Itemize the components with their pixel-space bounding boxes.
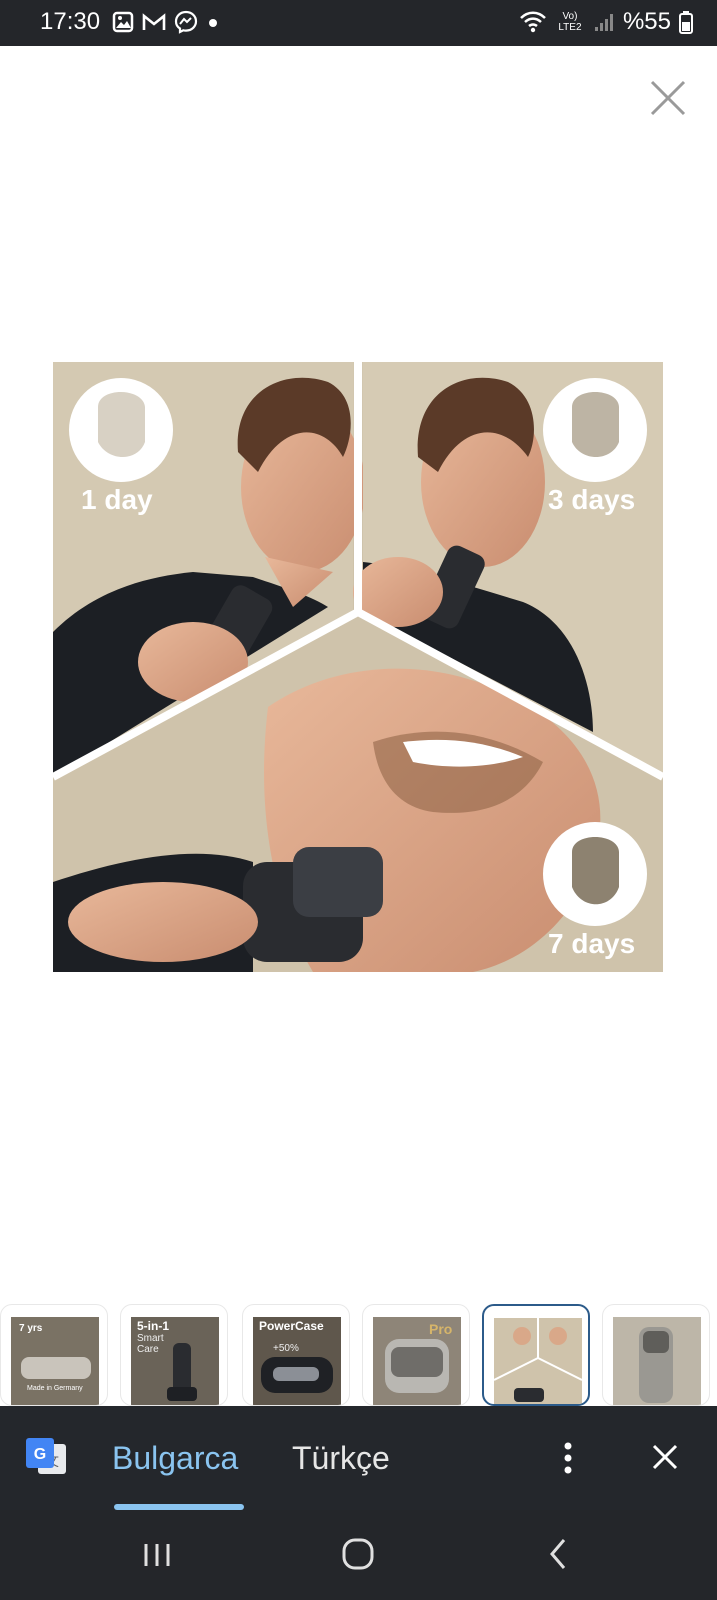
close-icon bbox=[650, 80, 686, 116]
close-translate-button[interactable] bbox=[648, 1440, 682, 1474]
signal-icon bbox=[594, 14, 613, 31]
thumbnail-2[interactable]: 5-in-1 Smart Care bbox=[120, 1304, 228, 1406]
thumbnail-caption: Made in Germany bbox=[27, 1385, 83, 1392]
product-image[interactable]: 1 day 3 days 7 days bbox=[51, 362, 665, 972]
dot-icon bbox=[209, 19, 217, 27]
google-translate-icon: 文 G bbox=[26, 1438, 66, 1474]
thumbnail-title: PowerCase bbox=[259, 1319, 324, 1333]
close-viewer-button[interactable] bbox=[646, 76, 690, 120]
thumbnail-1[interactable]: 7 yrs Made in Germany bbox=[0, 1304, 108, 1406]
label-3-days: 3 days bbox=[548, 484, 636, 515]
beard-icon-3-days bbox=[543, 378, 647, 482]
home-button[interactable] bbox=[340, 1536, 376, 1572]
messenger-icon bbox=[174, 10, 198, 34]
thumbnail-strip[interactable]: 7 yrs Made in Germany 5-in-1 Smart Care … bbox=[0, 1304, 717, 1406]
recents-button[interactable] bbox=[140, 1538, 174, 1572]
wifi-icon bbox=[520, 11, 546, 33]
thumbnail-image bbox=[613, 1317, 701, 1405]
language-tab-turkce[interactable]: Türkçe bbox=[292, 1440, 390, 1477]
recents-icon bbox=[144, 1544, 170, 1566]
thumbnail-subtitle: Smart Care bbox=[137, 1333, 164, 1355]
notification-icons bbox=[112, 10, 220, 34]
battery-icon bbox=[679, 11, 693, 34]
label-7-days: 7 days bbox=[548, 928, 636, 959]
home-icon bbox=[342, 1538, 374, 1570]
beard-growth-collage bbox=[51, 362, 665, 972]
more-vert-icon bbox=[564, 1442, 572, 1474]
thumbnail-image bbox=[494, 1318, 582, 1404]
thumbnail-4[interactable]: Pro bbox=[362, 1304, 470, 1406]
status-bar: 17:30 Vo) LTE2 %55 bbox=[0, 0, 717, 46]
thumbnail-title: Pro bbox=[429, 1321, 453, 1337]
gmail-icon bbox=[142, 13, 166, 30]
thumbnail-title: 5-in-1 bbox=[137, 1319, 170, 1333]
thumbnail-badge: 7 yrs bbox=[19, 1323, 43, 1334]
back-icon bbox=[550, 1539, 566, 1569]
status-time: 17:30 bbox=[40, 8, 101, 35]
beard-icon-7-days bbox=[543, 822, 647, 926]
close-icon bbox=[652, 1444, 678, 1470]
beard-icon-1-day bbox=[69, 378, 173, 482]
thumbnail-3[interactable]: PowerCase +50% bbox=[242, 1304, 350, 1406]
back-button[interactable] bbox=[544, 1536, 574, 1572]
svg-text:G: G bbox=[34, 1446, 46, 1463]
more-options-button[interactable] bbox=[552, 1438, 584, 1478]
navigation-bar bbox=[0, 1510, 717, 1600]
thumbnail-subtitle: +50% bbox=[273, 1343, 299, 1354]
thumbnail-5-selected[interactable] bbox=[482, 1304, 590, 1406]
translate-bar: 文 G Bulgarca Türkçe bbox=[0, 1406, 717, 1510]
thumbnail-6[interactable] bbox=[602, 1304, 710, 1406]
gallery-icon bbox=[112, 11, 134, 33]
system-icons: Vo) LTE2 %55 bbox=[519, 8, 693, 36]
network-label: Vo) LTE2 bbox=[558, 11, 582, 33]
language-tab-bulgarca[interactable]: Bulgarca bbox=[112, 1440, 238, 1477]
label-1-day: 1 day bbox=[81, 484, 153, 515]
battery-percent: %55 bbox=[622, 8, 671, 35]
